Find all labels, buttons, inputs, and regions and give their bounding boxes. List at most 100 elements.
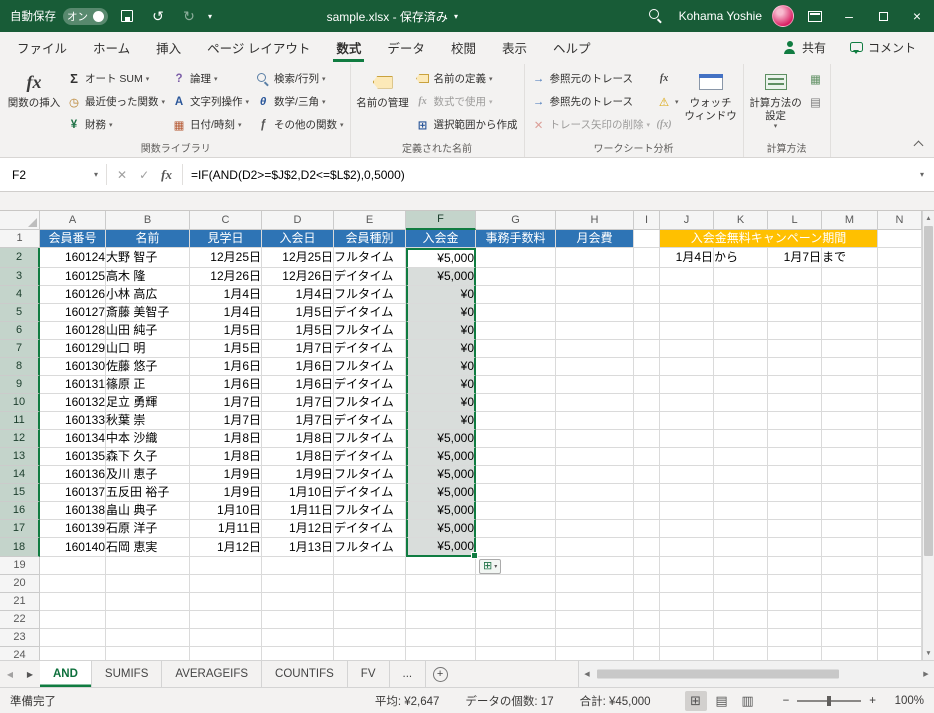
cell-B4[interactable]: 小林 高広 [106, 286, 190, 304]
cell-E15[interactable]: デイタイム [334, 484, 406, 502]
cell-I20[interactable] [634, 575, 660, 593]
cell-E16[interactable]: フルタイム [334, 502, 406, 520]
cell-E2[interactable]: フルタイム [334, 248, 406, 268]
column-header-I[interactable]: I [634, 211, 660, 230]
cell-A24[interactable] [40, 647, 106, 660]
cell-C21[interactable] [190, 593, 262, 611]
cell-C19[interactable] [190, 557, 262, 575]
close-button[interactable]: × [900, 0, 934, 32]
comments-button[interactable]: コメント [840, 36, 926, 59]
cell-F17[interactable]: ¥5,000 [406, 520, 476, 538]
cell-G24[interactable] [476, 647, 556, 660]
cell-A14[interactable]: 160136 [40, 466, 106, 484]
cell-I9[interactable] [634, 376, 660, 394]
lookup-button[interactable]: 検索/行列 ▾ [252, 67, 347, 90]
cell-K22[interactable] [714, 611, 768, 629]
ribbon-tab-formulas[interactable]: 数式 [323, 32, 374, 62]
cell-N5[interactable] [878, 304, 922, 322]
row-header-21[interactable]: 21 [0, 593, 40, 611]
cell-A11[interactable]: 160133 [40, 412, 106, 430]
financial-button[interactable]: ¥ 財務 ▾ [63, 113, 168, 136]
cell-A12[interactable]: 160134 [40, 430, 106, 448]
cell-L3[interactable] [768, 268, 822, 286]
account-name[interactable]: Kohama Yoshie [679, 9, 762, 23]
cell-E6[interactable]: フルタイム [334, 322, 406, 340]
cell-L7[interactable] [768, 340, 822, 358]
cell-G3[interactable] [476, 268, 556, 286]
cell-I11[interactable] [634, 412, 660, 430]
cell-C18[interactable]: 1月12日 [190, 538, 262, 557]
cell-A18[interactable]: 160140 [40, 538, 106, 557]
cell-A19[interactable] [40, 557, 106, 575]
cell-N6[interactable] [878, 322, 922, 340]
cell-G6[interactable] [476, 322, 556, 340]
chevron-down-icon[interactable]: ▾ [94, 170, 98, 179]
cell-E4[interactable]: フルタイム [334, 286, 406, 304]
sheet-tab-and[interactable]: AND [40, 661, 92, 687]
cell-G2[interactable] [476, 248, 556, 268]
cell-K20[interactable] [714, 575, 768, 593]
search-icon[interactable] [648, 9, 663, 23]
vertical-scrollbar[interactable]: ▲ ▼ [922, 211, 934, 660]
row-header-7[interactable]: 7 [0, 340, 40, 358]
cell-E24[interactable] [334, 647, 406, 660]
cell-F19[interactable] [406, 557, 476, 575]
cell-D22[interactable] [262, 611, 334, 629]
cell-D8[interactable]: 1月6日 [262, 358, 334, 376]
cell-B15[interactable]: 五反田 裕子 [106, 484, 190, 502]
cell-I2[interactable] [634, 248, 660, 268]
save-button[interactable] [115, 4, 139, 28]
select-all-button[interactable] [0, 211, 40, 230]
scroll-right-icon[interactable]: ▶ [918, 670, 934, 678]
normal-view-button[interactable]: ⊞ [684, 690, 707, 711]
evaluate-formula-button[interactable]: (fx) [653, 113, 682, 136]
cell-L24[interactable] [768, 647, 822, 660]
cell-E12[interactable]: フルタイム [334, 430, 406, 448]
cell-G23[interactable] [476, 629, 556, 647]
cell-L22[interactable] [768, 611, 822, 629]
column-header-M[interactable]: M [822, 211, 878, 230]
cell-I4[interactable] [634, 286, 660, 304]
trace-dependents-button[interactable]: → 参照先のトレース [528, 90, 654, 113]
quick-access-chevron-icon[interactable]: ▾ [208, 12, 212, 21]
cell-H3[interactable] [556, 268, 634, 286]
column-header-C[interactable]: C [190, 211, 262, 230]
cell-E20[interactable] [334, 575, 406, 593]
cell-G11[interactable] [476, 412, 556, 430]
row-header-8[interactable]: 8 [0, 358, 40, 376]
cell-G22[interactable] [476, 611, 556, 629]
cell-C20[interactable] [190, 575, 262, 593]
cell-D23[interactable] [262, 629, 334, 647]
cell-L12[interactable] [768, 430, 822, 448]
cell-D18[interactable]: 1月13日 [262, 538, 334, 557]
cell-I7[interactable] [634, 340, 660, 358]
cell-E14[interactable]: フルタイム [334, 466, 406, 484]
horizontal-scrollbar[interactable]: ◀ ▶ [578, 661, 934, 687]
cell-K24[interactable] [714, 647, 768, 660]
cell-D11[interactable]: 1月7日 [262, 412, 334, 430]
cell-G4[interactable] [476, 286, 556, 304]
cell-H8[interactable] [556, 358, 634, 376]
cell-A8[interactable]: 160130 [40, 358, 106, 376]
cell-N22[interactable] [878, 611, 922, 629]
cell-A10[interactable]: 160132 [40, 394, 106, 412]
cell-F1[interactable]: 入会金 [406, 230, 476, 248]
cell-E18[interactable]: フルタイム [334, 538, 406, 557]
enter-button[interactable]: ✓ [139, 168, 149, 182]
cell-I5[interactable] [634, 304, 660, 322]
cell-H18[interactable] [556, 538, 634, 557]
cell-C1[interactable]: 見学日 [190, 230, 262, 248]
cell-I22[interactable] [634, 611, 660, 629]
cell-K21[interactable] [714, 593, 768, 611]
cell-B6[interactable]: 山田 純子 [106, 322, 190, 340]
autosum-button[interactable]: Σ オート SUM ▾ [63, 67, 168, 90]
cell-N18[interactable] [878, 538, 922, 557]
cell-D5[interactable]: 1月5日 [262, 304, 334, 322]
cell-N12[interactable] [878, 430, 922, 448]
cell-I24[interactable] [634, 647, 660, 660]
cell-G13[interactable] [476, 448, 556, 466]
cell-M15[interactable] [822, 484, 878, 502]
ribbon-tab-data[interactable]: データ [374, 32, 438, 62]
define-name-button[interactable]: 名前の定義 ▾ [412, 67, 521, 90]
cell-N1[interactable] [878, 230, 922, 248]
